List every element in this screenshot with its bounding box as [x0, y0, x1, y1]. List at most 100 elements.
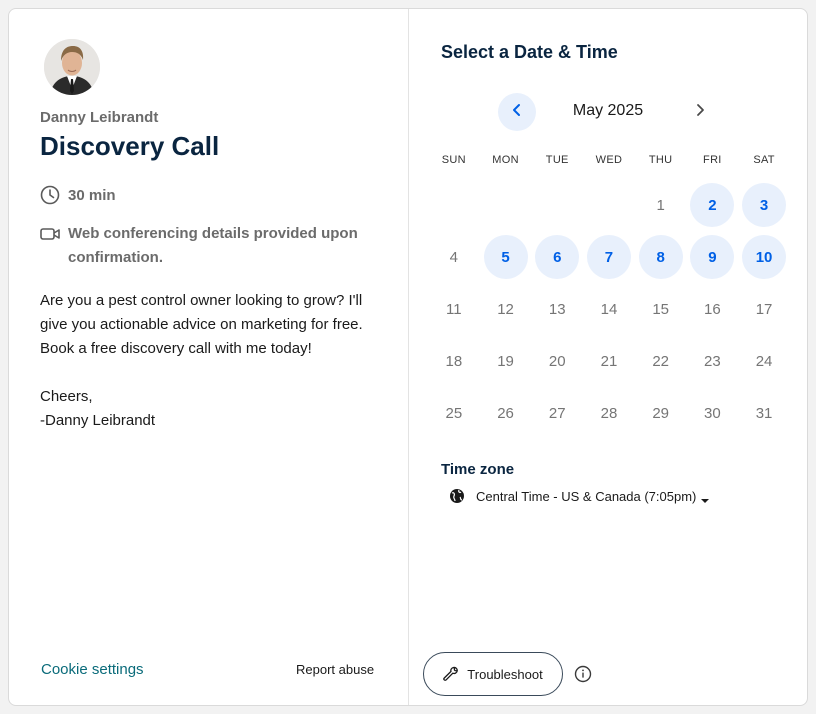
- calendar-cell: [531, 179, 583, 231]
- weekday-label: FRI: [703, 154, 722, 166]
- clock-icon: [40, 185, 60, 205]
- unavailable-day: 30: [704, 404, 721, 422]
- calendar-cell: 18: [428, 335, 480, 387]
- calendar-cell: 23: [687, 335, 739, 387]
- calendar-cell: 2: [687, 179, 739, 231]
- cookie-settings-link[interactable]: Cookie settings: [41, 661, 144, 678]
- available-day-button[interactable]: 9: [690, 235, 735, 279]
- calendar-cell: 9: [687, 231, 739, 283]
- available-day-button[interactable]: 2: [690, 183, 735, 227]
- calendar-cell: 28: [583, 387, 635, 439]
- unavailable-day: 23: [704, 352, 721, 370]
- calendar-cell: 22: [635, 335, 687, 387]
- video-camera-icon: [40, 224, 60, 244]
- unavailable-day: 17: [755, 300, 773, 318]
- calendar-cell: 12: [480, 283, 532, 335]
- duration-text: 30 min: [68, 187, 116, 204]
- unavailable-day: 11: [446, 300, 462, 318]
- weekday-label: SAT: [753, 154, 775, 166]
- conferencing-row: Web conferencing details provided upon c…: [40, 222, 380, 270]
- timezone-label: Time zone: [441, 461, 515, 478]
- available-day-button[interactable]: 10: [742, 235, 787, 279]
- unavailable-day: 4: [449, 248, 459, 266]
- weekday-label: THU: [648, 154, 673, 166]
- chevron-right-icon: [693, 103, 707, 122]
- wrench-icon: [443, 666, 459, 682]
- calendar-cell: 4: [428, 231, 480, 283]
- calendar-cell: 6: [531, 231, 583, 283]
- calendar-grid: 1 2 3 4 5 6 7 8 9 10 11 12 13 14 15 16 17 18 19 20 21 22 23 24 2…: [428, 179, 790, 439]
- unavailable-day: 14: [600, 300, 618, 318]
- description-signoff: Cheers,: [40, 388, 93, 405]
- previous-month-button[interactable]: [498, 93, 536, 131]
- info-icon[interactable]: [574, 665, 592, 683]
- unavailable-day: 19: [497, 352, 514, 370]
- booking-card: Danny Leibrandt Discovery Call 30 min We…: [8, 8, 808, 706]
- available-day-button[interactable]: 5: [483, 235, 528, 279]
- available-day-button[interactable]: 8: [638, 235, 683, 279]
- next-month-button[interactable]: [681, 93, 719, 131]
- unavailable-day: 15: [652, 300, 669, 318]
- calendar-cell: [428, 179, 480, 231]
- duration-row: 30 min: [40, 185, 116, 207]
- calendar-cell: 8: [635, 231, 687, 283]
- timezone-value: Central Time - US & Canada (7:05pm): [476, 488, 697, 504]
- globe-icon: [449, 488, 465, 504]
- unavailable-day: 16: [704, 300, 721, 318]
- calendar-cell: [583, 179, 635, 231]
- panel-divider: [408, 9, 409, 705]
- calendar-cell: 3: [738, 179, 790, 231]
- weekday-label: TUE: [545, 154, 569, 166]
- calendar-cell: 14: [583, 283, 635, 335]
- calendar-cell: 26: [480, 387, 532, 439]
- unavailable-day: 27: [548, 404, 566, 422]
- calendar-cell: 19: [480, 335, 532, 387]
- month-label: May 2025: [572, 102, 644, 119]
- calendar-cell: [480, 179, 532, 231]
- unavailable-day: 22: [652, 352, 669, 370]
- calendar-cell: 7: [583, 231, 635, 283]
- troubleshoot-button[interactable]: Troubleshoot: [423, 652, 563, 696]
- calendar-cell: 10: [738, 231, 790, 283]
- calendar-cell: 11: [428, 283, 480, 335]
- report-abuse-link[interactable]: Report abuse: [296, 662, 374, 677]
- calendar-cell: 21: [583, 335, 635, 387]
- available-day-button[interactable]: 7: [586, 235, 631, 279]
- description-spacer: [40, 361, 385, 385]
- troubleshoot-label: Troubleshoot: [467, 666, 543, 682]
- host-name: Danny Leibrandt: [40, 109, 159, 126]
- calendar-cell: 15: [635, 283, 687, 335]
- weekday-label: MON: [492, 154, 519, 166]
- calendar-cell: 16: [687, 283, 739, 335]
- available-day-button[interactable]: 6: [535, 235, 580, 279]
- unavailable-day: 25: [445, 404, 463, 422]
- weekday-header: SUN MON TUE WED THU FRI SAT: [428, 154, 790, 166]
- calendar-cell: 29: [635, 387, 687, 439]
- timezone-select[interactable]: Central Time - US & Canada (7:05pm): [449, 488, 710, 504]
- event-title: Discovery Call: [40, 131, 220, 161]
- unavailable-day: 31: [755, 404, 773, 422]
- description-paragraph: Are you a pest control owner looking to …: [40, 292, 363, 357]
- unavailable-day: 20: [548, 352, 566, 370]
- unavailable-day: 13: [548, 300, 566, 318]
- calendar-cell: 30: [687, 387, 739, 439]
- calendar-cell: 25: [428, 387, 480, 439]
- unavailable-day: 1: [656, 196, 665, 214]
- select-date-heading: Select a Date & Time: [441, 42, 618, 62]
- calendar-cell: 31: [738, 387, 790, 439]
- calendar-cell: 17: [738, 283, 790, 335]
- calendar-cell: 20: [531, 335, 583, 387]
- event-description: Are you a pest control owner looking to …: [40, 289, 385, 433]
- calendar-cell: 13: [531, 283, 583, 335]
- available-day-button[interactable]: 3: [742, 183, 787, 227]
- unavailable-day: 21: [600, 352, 618, 370]
- weekday-label: WED: [595, 154, 623, 166]
- calendar-cell: 1: [635, 179, 687, 231]
- weekday-label: SUN: [441, 154, 466, 166]
- unavailable-day: 28: [600, 404, 618, 422]
- unavailable-day: 24: [755, 352, 773, 370]
- calendar-cell: 5: [480, 231, 532, 283]
- description-signature: -Danny Leibrandt: [40, 412, 156, 429]
- conferencing-text: Web conferencing details provided upon c…: [68, 225, 358, 266]
- unavailable-day: 12: [497, 300, 514, 318]
